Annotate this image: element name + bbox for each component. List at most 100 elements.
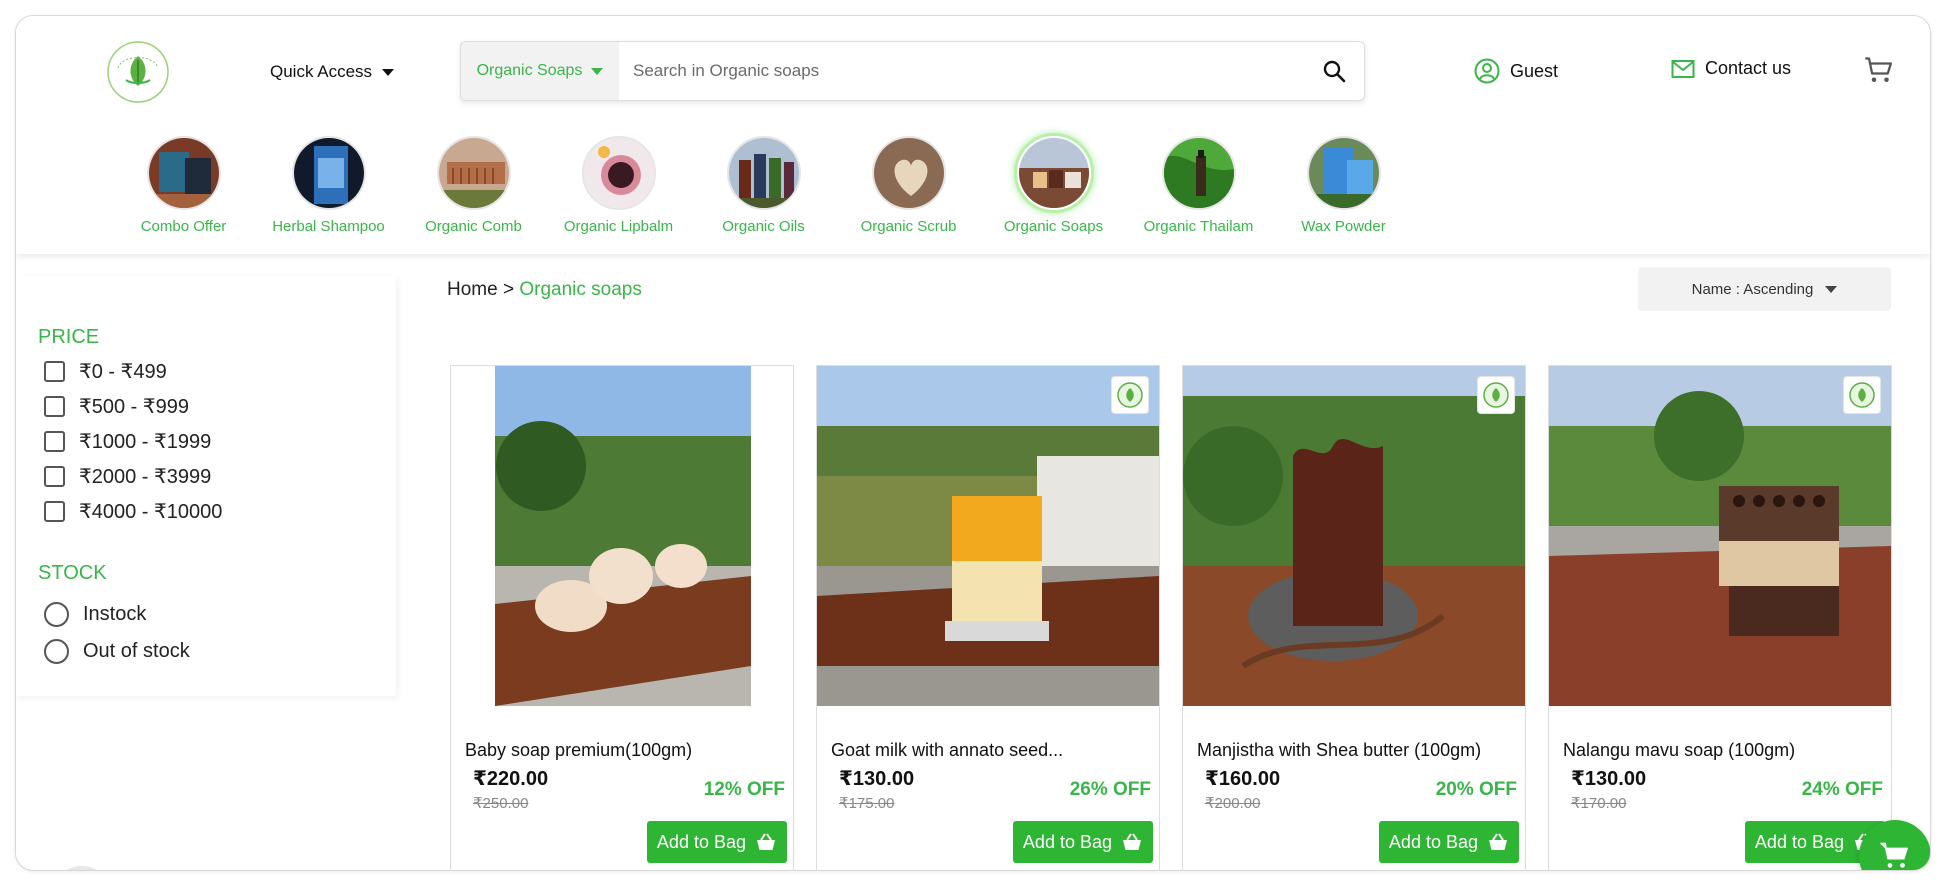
add-to-bag-label: Add to Bag bbox=[1754, 831, 1844, 852]
caret-down-icon bbox=[591, 67, 604, 75]
product-price: ₹130.00 bbox=[1571, 768, 1647, 790]
contact-us-link[interactable]: Contact us bbox=[1671, 58, 1791, 79]
price-option-label: ₹2000 - ₹3999 bbox=[79, 466, 212, 488]
category-organic-thailam[interactable]: Organic Thailam bbox=[1126, 136, 1271, 235]
category-label: Herbal Shampoo bbox=[272, 218, 385, 235]
basket-icon bbox=[1489, 833, 1507, 850]
stock-option-label: Out of stock bbox=[83, 640, 190, 662]
organic-badge-icon bbox=[1111, 376, 1149, 414]
organic-badge-icon bbox=[1477, 376, 1515, 414]
category-image bbox=[726, 136, 801, 210]
category-image bbox=[1016, 136, 1091, 210]
page-frame: Quick Access Organic Soaps Guest bbox=[15, 15, 1931, 871]
product-price: ₹130.00 bbox=[839, 768, 915, 790]
product-discount: 20% OFF bbox=[1435, 779, 1517, 800]
product-image bbox=[1549, 366, 1891, 706]
checkbox[interactable] bbox=[44, 361, 65, 382]
add-to-bag-button[interactable]: Add to Bag bbox=[646, 821, 787, 863]
stock-filter-option[interactable]: Out of stock bbox=[44, 639, 190, 664]
search-category-select[interactable]: Organic Soaps bbox=[461, 42, 619, 100]
guest-account-link[interactable]: Guest bbox=[1474, 58, 1558, 84]
header: Quick Access Organic Soaps Guest bbox=[16, 16, 1930, 254]
category-organic-soaps[interactable]: Organic Soaps bbox=[981, 136, 1126, 235]
search-bar: Organic Soaps bbox=[460, 41, 1365, 101]
search-button[interactable] bbox=[1304, 42, 1364, 100]
stock-filter-title: STOCK bbox=[38, 562, 107, 584]
breadcrumb-current: Organic soaps bbox=[519, 279, 642, 300]
caret-down-icon bbox=[382, 68, 395, 76]
mail-icon bbox=[1671, 59, 1695, 78]
category-label: Organic Soaps bbox=[1003, 218, 1104, 235]
product-mrp: ₹250.00 bbox=[473, 795, 529, 812]
basket-icon bbox=[757, 833, 775, 850]
radio-button[interactable] bbox=[44, 639, 69, 664]
sort-dropdown[interactable]: Name : Ascending bbox=[1638, 267, 1891, 311]
search-icon bbox=[1323, 60, 1346, 83]
add-to-bag-button[interactable]: Add to Bag bbox=[1378, 821, 1519, 863]
add-to-bag-label: Add to Bag bbox=[656, 831, 746, 852]
product-grid: Baby soap premium(100gm) ₹220.00 ₹250.00… bbox=[450, 365, 1892, 870]
quick-access-dropdown[interactable]: Quick Access bbox=[270, 62, 395, 82]
product-card[interactable]: Goat milk with annato seed... ₹130.00 ₹1… bbox=[816, 365, 1160, 870]
search-category-label: Organic Soaps bbox=[476, 62, 583, 79]
product-discount: 12% OFF bbox=[703, 779, 785, 800]
product-image bbox=[451, 366, 793, 706]
price-filter-option[interactable]: ₹2000 - ₹3999 bbox=[44, 464, 211, 489]
add-to-bag-label: Add to Bag bbox=[1022, 831, 1112, 852]
stock-filter-option[interactable]: Instock bbox=[44, 602, 146, 627]
stock-option-label: Instock bbox=[83, 603, 147, 625]
add-to-bag-label: Add to Bag bbox=[1388, 831, 1478, 852]
price-option-label: ₹1000 - ₹1999 bbox=[79, 431, 212, 453]
category-image bbox=[436, 136, 511, 210]
whatsapp-chat-button[interactable] bbox=[52, 866, 112, 870]
brand-logo[interactable] bbox=[104, 38, 172, 106]
add-to-bag-button[interactable]: Add to Bag bbox=[1012, 821, 1153, 863]
category-organic-oils[interactable]: Organic Oils bbox=[691, 136, 836, 235]
checkbox[interactable] bbox=[44, 466, 65, 487]
product-price: ₹220.00 bbox=[473, 768, 549, 790]
breadcrumb: Home > Organic soaps bbox=[447, 279, 642, 301]
product-card[interactable]: Manjistha with Shea butter (100gm) ₹160.… bbox=[1182, 365, 1526, 870]
category-label: Organic Scrub bbox=[860, 218, 957, 235]
product-mrp: ₹200.00 bbox=[1205, 795, 1261, 812]
category-wax-powder[interactable]: Wax Powder bbox=[1271, 136, 1416, 235]
price-filter-option[interactable]: ₹4000 - ₹10000 bbox=[44, 499, 222, 524]
cart-button[interactable] bbox=[1864, 56, 1894, 91]
category-image bbox=[871, 136, 946, 210]
contact-label: Contact us bbox=[1705, 58, 1792, 78]
product-image bbox=[817, 366, 1159, 706]
category-label: Combo Offer bbox=[140, 218, 227, 235]
category-organic-scrub[interactable]: Organic Scrub bbox=[836, 136, 981, 235]
category-herbal-shampoo[interactable]: Herbal Shampoo bbox=[256, 136, 401, 235]
price-filter-option[interactable]: ₹0 - ₹499 bbox=[44, 359, 167, 384]
price-filter-title: PRICE bbox=[38, 326, 100, 348]
search-input[interactable] bbox=[619, 42, 1304, 100]
radio-button[interactable] bbox=[44, 602, 69, 627]
category-combo-offer[interactable]: Combo Offer bbox=[111, 136, 256, 235]
category-organic-comb[interactable]: Organic Comb bbox=[401, 136, 546, 235]
price-option-label: ₹4000 - ₹10000 bbox=[79, 501, 223, 523]
category-image bbox=[146, 136, 221, 210]
price-option-label: ₹500 - ₹999 bbox=[79, 396, 189, 418]
category-label: Organic Lipbalm bbox=[563, 218, 674, 235]
checkbox[interactable] bbox=[44, 431, 65, 452]
product-card[interactable]: Nalangu mavu soap (100gm) ₹130.00 ₹170.0… bbox=[1548, 365, 1892, 870]
category-label: Wax Powder bbox=[1301, 218, 1386, 235]
basket-icon bbox=[1123, 833, 1141, 850]
product-name: Goat milk with annato seed... bbox=[831, 740, 1064, 760]
checkbox[interactable] bbox=[44, 396, 65, 417]
category-label: Organic Oils bbox=[722, 218, 805, 235]
category-label: Organic Thailam bbox=[1143, 218, 1254, 235]
category-image bbox=[581, 136, 656, 210]
price-filter-option[interactable]: ₹1000 - ₹1999 bbox=[44, 429, 211, 454]
checkbox[interactable] bbox=[44, 501, 65, 522]
product-card[interactable]: Baby soap premium(100gm) ₹220.00 ₹250.00… bbox=[450, 365, 794, 870]
quick-access-label: Quick Access bbox=[270, 62, 373, 81]
category-organic-lipbalm[interactable]: Organic Lipbalm bbox=[546, 136, 691, 235]
product-price: ₹160.00 bbox=[1205, 768, 1281, 790]
product-discount: 26% OFF bbox=[1069, 779, 1151, 800]
cart-icon bbox=[1880, 842, 1908, 868]
breadcrumb-home[interactable]: Home bbox=[447, 279, 498, 300]
category-image bbox=[1306, 136, 1381, 210]
price-filter-option[interactable]: ₹500 - ₹999 bbox=[44, 394, 189, 419]
